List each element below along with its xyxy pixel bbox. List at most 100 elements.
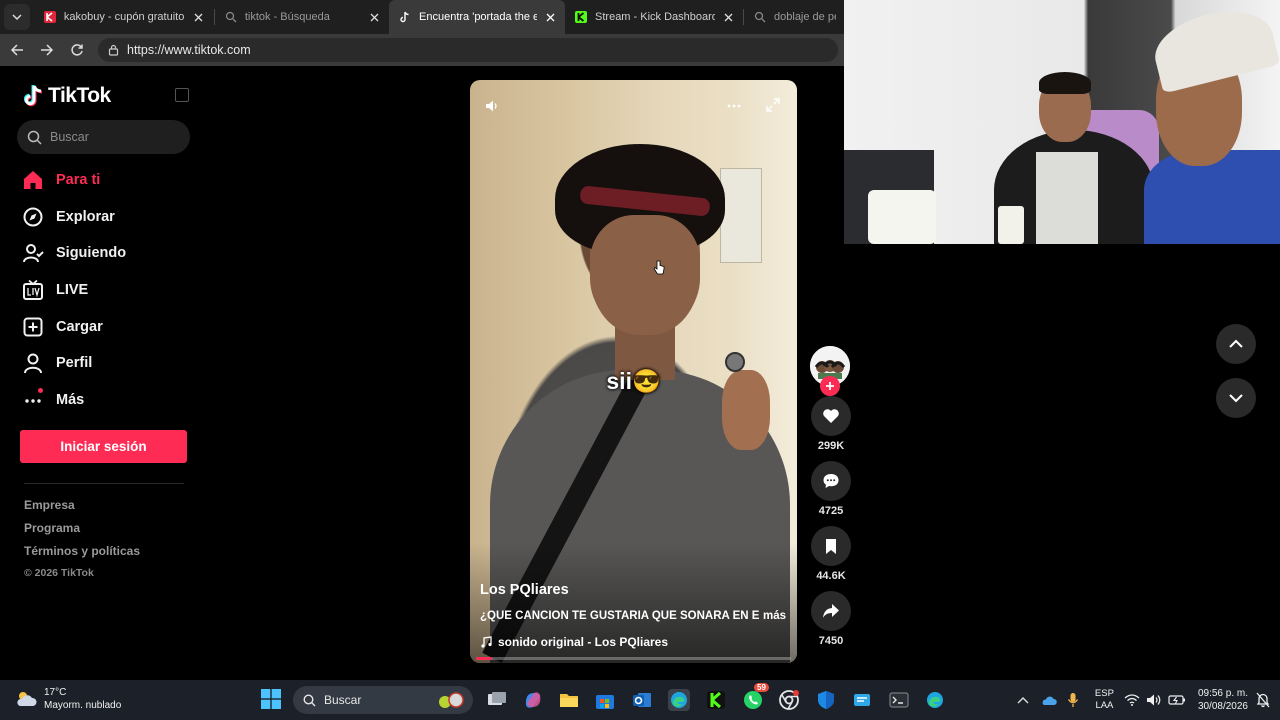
nav-item-label: Siguiendo [56,245,127,262]
reload-icon [71,44,83,56]
defender-icon[interactable] [815,689,837,711]
save-button[interactable] [811,526,851,566]
copilot-icon[interactable] [522,689,544,711]
back-button[interactable] [2,35,32,65]
browser-tab-doblaje[interactable]: doblaje de pelic [744,0,844,34]
search-input[interactable] [50,130,170,144]
heart-icon [823,409,839,423]
browser-tab-tiktok[interactable]: Encuentra 'portada the econ [389,0,566,34]
browser-tab-search[interactable]: tiktok - Búsqueda [215,0,389,34]
tiktok-logo[interactable]: TikTok [24,84,111,108]
copyright: © 2026 TikTok [24,567,94,579]
kick-app-icon[interactable] [705,689,727,711]
whatsapp-icon[interactable]: 59 [742,683,769,711]
search-favicon-icon [754,11,766,23]
browser-tab-kakobuy[interactable]: kakobuy - cupón gratuito de [34,0,214,34]
more-options-icon[interactable] [726,98,742,119]
nav-item-siguiendo[interactable]: Siguiendo [20,235,200,272]
next-video-button[interactable] [1216,378,1256,418]
keyboard-layout: LAA [1095,700,1114,711]
footer-link-empresa[interactable]: Empresa [24,498,140,521]
action-bar: 299K 4725 44.6K 7450 [810,346,852,647]
upload-icon [20,314,46,340]
volume-icon[interactable] [1146,693,1162,707]
more-link[interactable]: más [758,610,786,622]
comment-icon [823,474,839,488]
footer-link-terminos[interactable]: Términos y políticas [24,544,140,567]
nav-item-mas[interactable]: Más [20,382,200,419]
weather-widget[interactable]: 17°C Mayorm. nublado [14,686,121,712]
share-button[interactable] [811,591,851,631]
forward-button[interactable] [32,35,62,65]
collapse-sidebar-button[interactable] [175,88,189,102]
task-view-icon[interactable] [486,689,508,711]
tab-title: Stream - Kick Dashboard [595,11,716,23]
search-highlight-icon [439,692,464,708]
edge-active-icon[interactable] [668,689,690,711]
clock[interactable]: 09:56 p. m. 30/08/2026 [1198,687,1248,713]
logo-text: TikTok [48,84,111,107]
chrome-icon[interactable] [778,689,800,711]
video-player[interactable]: sii😎 Los PQliares ¿QUÉ CANCIÓN TE GUSTAR… [470,80,797,663]
chevron-down-icon [12,14,22,21]
footer-link-programa[interactable]: Programa [24,521,140,544]
comment-count: 4725 [818,505,844,517]
expand-icon[interactable] [766,98,780,117]
search-favicon-icon [225,11,237,23]
language-indicator[interactable]: ESP LAA [1095,688,1114,712]
reload-button[interactable] [62,35,92,65]
chevron-up-icon [1229,339,1243,348]
notepad-icon[interactable] [851,689,873,711]
edge-icon[interactable] [924,689,946,711]
like-button[interactable] [811,396,851,436]
chevron-up-icon[interactable] [1017,696,1029,704]
onedrive-icon[interactable] [1041,694,1057,706]
video-music[interactable]: sonido original - Los PQliares [480,635,668,649]
comment-action: 4725 [810,461,852,517]
tab-title: tiktok - Búsqueda [244,11,330,23]
comment-button[interactable] [811,461,851,501]
search-bar[interactable] [17,120,190,154]
close-tab-icon[interactable] [367,10,381,24]
microsoft-store-icon[interactable] [594,689,616,711]
webcam-person-shirt [1036,152,1098,244]
previous-video-button[interactable] [1216,324,1256,364]
cloudy-weather-icon [17,692,37,706]
video-author[interactable]: Los PQliares [480,582,569,598]
taskbar: 17°C Mayorm. nublado Buscar 59 ESP LAA 0… [0,680,1280,720]
taskbar-search[interactable]: Buscar [293,686,473,714]
video-description: ¿QUÉ CANCIÓN TE GUSTARÍA QUE SONARA EN E… [480,610,790,622]
webcam-cup [868,190,936,244]
nav-item-para-ti[interactable]: Para ti [20,162,200,199]
volume-icon[interactable] [484,98,500,119]
nav-item-explorar[interactable]: Explorar [20,199,200,236]
terminal-icon[interactable] [888,689,910,711]
login-button[interactable]: Iniciar sesión [20,430,187,463]
tab-list-button[interactable] [4,4,30,30]
battery-icon[interactable] [1168,694,1186,706]
nav-item-perfil[interactable]: Perfil [20,345,200,382]
follow-button[interactable] [820,376,840,396]
video-progress-bar[interactable] [476,657,791,660]
nav-item-live[interactable]: LIVE [20,272,200,309]
file-explorer-icon[interactable] [558,689,580,711]
microphone-icon[interactable] [1067,692,1079,708]
url-field[interactable]: https://www.tiktok.com [98,38,838,62]
tiktok-logo-icon [24,85,43,107]
nav-item-cargar[interactable]: Cargar [20,308,200,345]
outlook-icon[interactable] [631,689,653,711]
main-nav: Para ti Explorar Siguiendo LIVE Cargar P… [20,162,200,418]
clock-date: 30/08/2026 [1197,701,1248,712]
close-tab-icon[interactable] [543,10,557,24]
chevron-down-icon [1229,394,1243,403]
close-tab-icon[interactable] [721,10,735,24]
wifi-icon[interactable] [1124,694,1140,706]
browser-tab-kick[interactable]: Stream - Kick Dashboard [565,0,743,34]
language-code: ESP [1094,688,1114,699]
video-frame-face-front [590,215,700,330]
close-tab-icon[interactable] [192,10,206,24]
windows-start-icon[interactable] [261,689,281,709]
notification-bell-icon[interactable] [1256,692,1270,708]
like-count: 299K [817,440,845,452]
search-icon [27,130,42,145]
